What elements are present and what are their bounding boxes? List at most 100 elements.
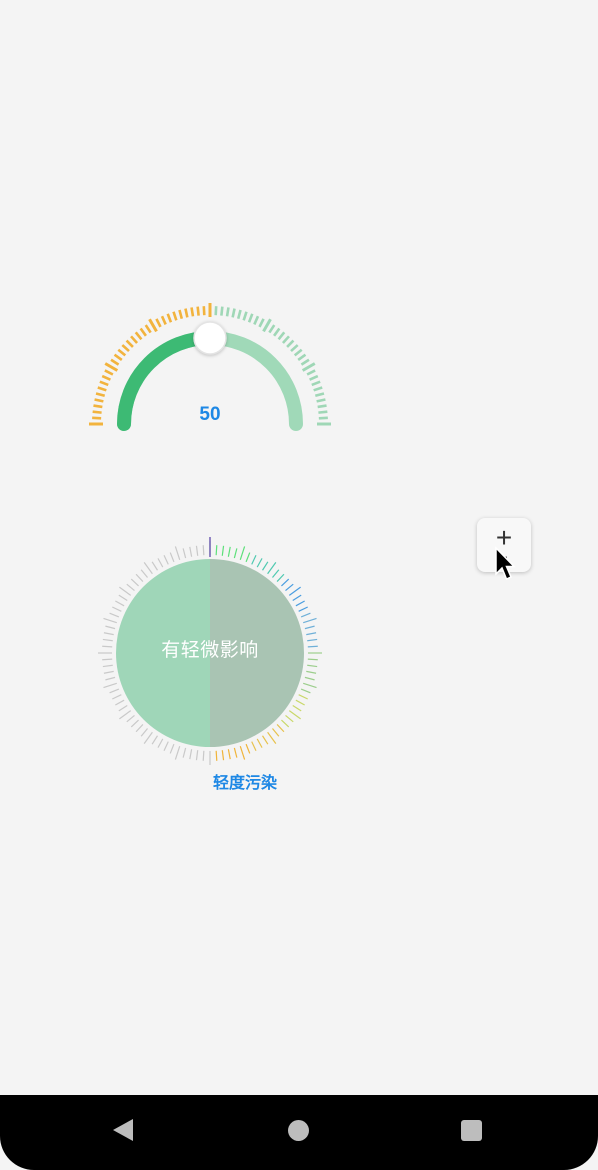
dial-tick — [215, 545, 218, 556]
dial-tick — [303, 617, 317, 624]
gauge-tick — [121, 344, 130, 353]
dial-tick — [105, 676, 116, 681]
home-icon[interactable] — [288, 1120, 309, 1141]
gauge-tick — [139, 327, 147, 337]
gauge-tick — [99, 380, 109, 387]
gauge-tick — [172, 311, 178, 321]
dial-tick — [307, 658, 318, 661]
gauge-tick — [190, 307, 195, 317]
gauge-tick — [253, 315, 260, 325]
gauge-tick — [95, 392, 106, 398]
gauge-tick — [297, 353, 307, 361]
gauge-tick — [130, 335, 139, 344]
dial-tick — [182, 747, 187, 758]
dial-tick — [169, 552, 175, 563]
gauge-tick — [144, 324, 152, 334]
gauge-tick — [317, 404, 327, 409]
recents-icon[interactable] — [461, 1120, 482, 1141]
gauge-canvas — [89, 303, 331, 765]
gauge-tick — [220, 306, 224, 316]
dial-tick — [174, 746, 181, 760]
dial-tick — [102, 645, 113, 648]
gauge-value-text: 50 — [199, 404, 221, 425]
gauge-tick — [125, 339, 134, 348]
gauge-tick — [316, 398, 326, 403]
gauge-tick — [113, 353, 123, 361]
dial-tick — [262, 561, 269, 571]
dial-tick — [195, 750, 199, 761]
gauge-tick — [281, 335, 290, 344]
dial-tick — [119, 710, 132, 720]
dial-tick — [295, 600, 305, 607]
dial-tick — [281, 719, 290, 728]
dial-tick — [126, 583, 135, 591]
gauge-tick — [110, 358, 120, 366]
dial-tick — [304, 676, 315, 681]
dial-tick — [102, 664, 113, 668]
dial-tick — [118, 705, 128, 712]
gauge-tick — [268, 324, 276, 334]
gauge-tick — [148, 318, 158, 333]
gauge-tick — [104, 362, 119, 372]
dial-tick — [272, 569, 280, 578]
dial-tick — [169, 743, 175, 754]
dial-tick — [189, 749, 193, 760]
dial-tick — [227, 546, 231, 557]
gauge-tick — [178, 309, 184, 320]
dial-tick — [151, 735, 158, 745]
gauge-tick — [277, 331, 286, 341]
dial-tick — [306, 670, 317, 674]
dial-tick — [103, 617, 117, 624]
dial-tick — [303, 682, 317, 689]
gauge-slider-handle[interactable] — [193, 321, 227, 355]
dial-tick — [300, 688, 311, 694]
gauge-tick — [309, 374, 319, 381]
gauge-tick — [290, 344, 299, 353]
dial-tick — [285, 715, 294, 723]
dial-tick — [251, 741, 257, 751]
dial-tick — [295, 699, 305, 706]
dial-tick — [135, 724, 144, 733]
gauge-tick — [231, 308, 236, 318]
dial-tick — [115, 600, 125, 607]
dial-tick — [298, 606, 308, 612]
gauge-tick — [155, 318, 162, 328]
dial-tick — [307, 645, 318, 648]
gauge-tick — [93, 404, 103, 409]
gauge-tick — [134, 331, 143, 341]
gauge-tick — [314, 392, 325, 398]
dial-tick — [267, 562, 277, 575]
dial-tick — [239, 546, 246, 560]
gauge-tick — [293, 348, 303, 357]
back-icon[interactable] — [113, 1119, 133, 1141]
dial-tick — [182, 548, 187, 559]
dial-tick — [163, 555, 169, 565]
dial-tick — [202, 750, 205, 761]
gauge-tick — [262, 318, 272, 333]
gauge-tick — [101, 374, 111, 381]
dial-tick — [307, 664, 318, 668]
dial-tick — [112, 694, 122, 700]
dial-tick — [276, 573, 285, 582]
dial-tick — [221, 750, 225, 761]
system-nav-bar — [0, 1095, 598, 1170]
gauge-tick — [236, 309, 242, 320]
dial-tick — [105, 625, 116, 630]
gauge-tick — [286, 339, 295, 348]
gauge-tick — [301, 362, 316, 372]
gauge-tick — [306, 369, 316, 376]
dial-tick — [157, 558, 164, 568]
gauge-tick — [258, 318, 265, 328]
dial-tick — [130, 719, 139, 728]
gauge-tick — [273, 327, 281, 337]
dial-tick — [256, 738, 263, 748]
dial-tick — [267, 731, 277, 744]
gauge-tick — [166, 313, 173, 323]
dial-tick — [221, 545, 225, 556]
dial-tick — [288, 586, 301, 596]
gauge-tick — [225, 307, 230, 317]
dial-tick — [262, 735, 269, 745]
gauge-tick — [97, 386, 107, 392]
dial-tick — [102, 638, 113, 642]
dial-tick — [300, 612, 311, 618]
